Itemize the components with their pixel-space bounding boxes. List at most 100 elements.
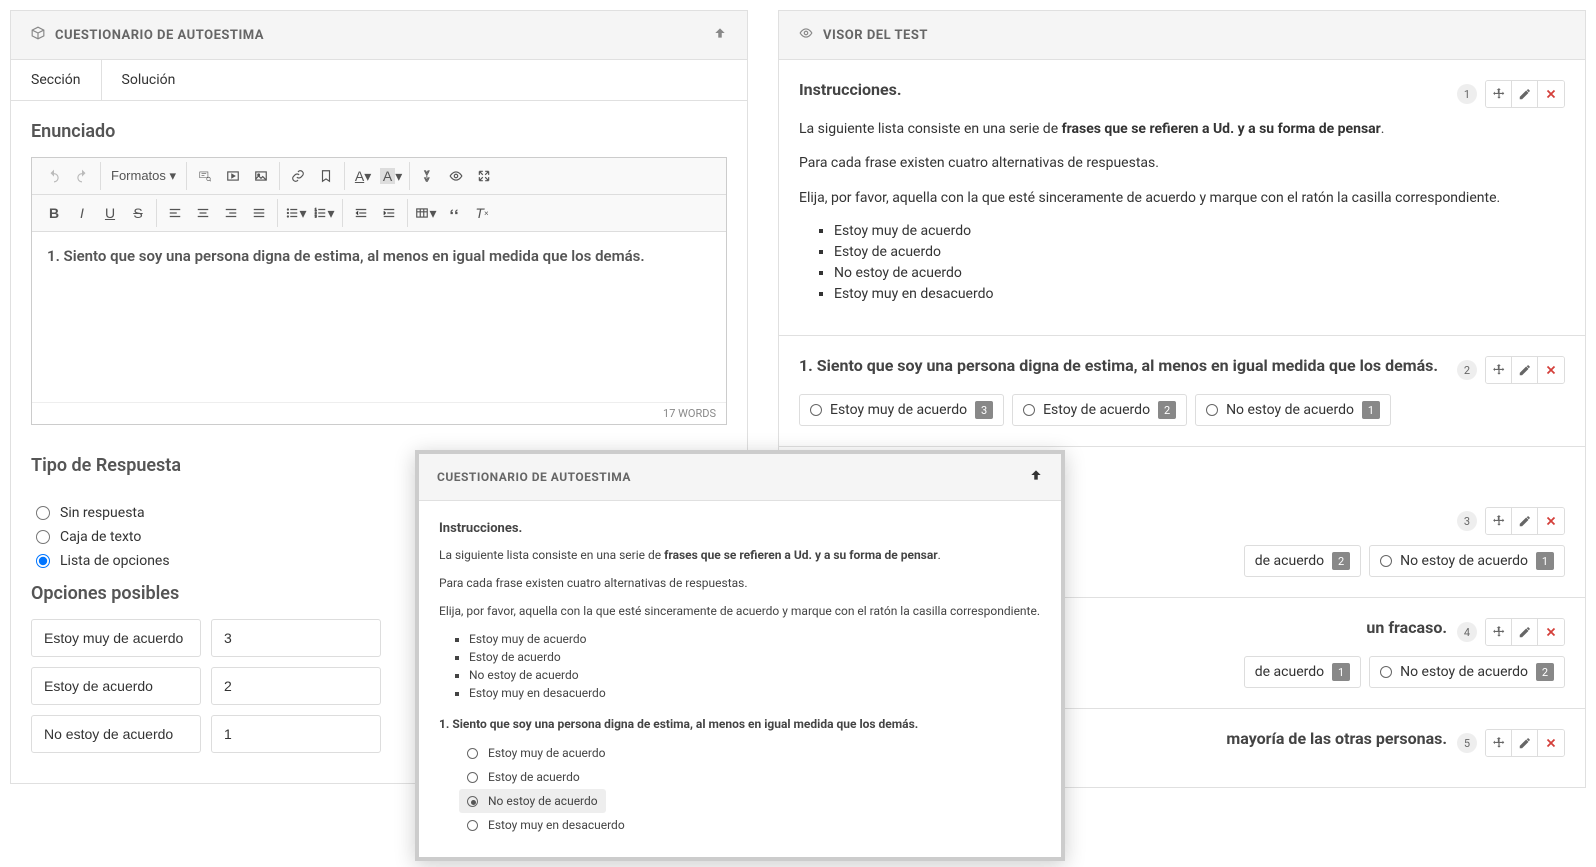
modal-body: Instrucciones. La siguiente lista consis… xyxy=(419,501,1061,857)
option-value-input[interactable] xyxy=(211,667,381,705)
move-icon[interactable] xyxy=(1486,619,1512,645)
bullet-list-icon[interactable]: ▾ xyxy=(282,199,310,227)
edit-icon[interactable] xyxy=(1512,357,1538,383)
score-badge: 2 xyxy=(1158,401,1176,419)
outdent-icon[interactable] xyxy=(347,199,375,227)
modal-answer-option[interactable]: Estoy muy en desacuerdo xyxy=(459,813,1041,837)
radio-option-list[interactable] xyxy=(36,554,50,568)
score-badge: 1 xyxy=(1332,663,1350,681)
list-item: Estoy muy en desacuerdo xyxy=(469,684,1041,702)
italic-icon[interactable]: I xyxy=(68,199,96,227)
tab-section[interactable]: Sección xyxy=(11,60,102,100)
question-block: 1. Siento que soy una persona digna de e… xyxy=(779,336,1585,447)
link-icon[interactable] xyxy=(284,162,312,190)
word-count: 17 WORDS xyxy=(32,402,726,424)
align-right-icon[interactable] xyxy=(217,199,245,227)
score-badge: 3 xyxy=(975,401,993,419)
strike-icon[interactable]: S xyxy=(124,199,152,227)
visor-title: VISOR DEL TEST xyxy=(823,28,928,43)
question-number-badge: 4 xyxy=(1457,622,1477,642)
radio-icon xyxy=(467,772,478,783)
radio-no-response[interactable] xyxy=(36,506,50,520)
quote-icon[interactable] xyxy=(440,199,468,227)
radio-label: Sin respuesta xyxy=(60,505,145,521)
list-item: No estoy de acuerdo xyxy=(834,263,1565,284)
edit-icon[interactable] xyxy=(1512,619,1538,645)
text-color-icon[interactable]: A ▾ xyxy=(349,162,377,190)
delete-icon[interactable] xyxy=(1538,508,1564,534)
modal-text: La siguiente lista consiste en una serie… xyxy=(439,546,1041,564)
editor-toolbar-row2: B I U S ▾ 123 ▾ xyxy=(32,195,726,232)
collapse-icon[interactable] xyxy=(713,26,727,44)
modal-answers: Estoy muy de acuerdo Estoy de acuerdo No… xyxy=(439,741,1041,837)
question-number-badge: 3 xyxy=(1457,511,1477,531)
search-replace-icon[interactable] xyxy=(191,162,219,190)
option-text-input[interactable] xyxy=(31,667,201,705)
option-value-input[interactable] xyxy=(211,715,381,753)
answer-chip[interactable]: Estoy de acuerdo2 xyxy=(1012,394,1187,426)
modal-answer-option[interactable]: Estoy de acuerdo xyxy=(459,765,1041,789)
answer-chip[interactable]: No estoy de acuerdo2 xyxy=(1369,656,1565,688)
answer-chip[interactable]: de acuerdo1 xyxy=(1244,656,1361,688)
collapse-icon[interactable] xyxy=(1029,468,1043,486)
image-icon[interactable] xyxy=(247,162,275,190)
align-center-icon[interactable] xyxy=(189,199,217,227)
cube-icon xyxy=(31,26,45,44)
answer-chip[interactable]: de acuerdo2 xyxy=(1244,545,1361,577)
score-badge: 2 xyxy=(1536,663,1554,681)
option-text-input[interactable] xyxy=(31,715,201,753)
question-text: La siguiente lista consiste en una serie… xyxy=(799,118,1565,140)
question-title: Instrucciones. xyxy=(799,80,1447,99)
modal-bullet-list: Estoy muy de acuerdo Estoy de acuerdo No… xyxy=(439,630,1041,702)
delete-icon[interactable] xyxy=(1538,619,1564,645)
align-left-icon[interactable] xyxy=(161,199,189,227)
bold-icon[interactable]: B xyxy=(40,199,68,227)
redo-icon[interactable] xyxy=(68,162,96,190)
answer-chip[interactable]: Estoy muy de acuerdo3 xyxy=(799,394,1004,426)
editor-content-area[interactable]: 1. Siento que soy una persona digna de e… xyxy=(32,232,726,402)
fullscreen-icon[interactable] xyxy=(470,162,498,190)
move-icon[interactable] xyxy=(1486,357,1512,383)
question-number-badge: 5 xyxy=(1457,733,1477,753)
modal-question-title: 1. Siento que soy una persona digna de e… xyxy=(439,717,1041,731)
move-icon[interactable] xyxy=(1486,508,1512,534)
instructions-title: Instrucciones. xyxy=(439,521,1041,536)
rich-text-editor: Formatos ▾ A ▾ A ▾ xyxy=(31,157,727,425)
radio-textbox[interactable] xyxy=(36,530,50,544)
find-icon[interactable] xyxy=(414,162,442,190)
number-list-icon[interactable]: 123 ▾ xyxy=(310,199,338,227)
answer-chip[interactable]: No estoy de acuerdo1 xyxy=(1195,394,1391,426)
tab-solution[interactable]: Solución xyxy=(102,60,196,100)
clear-format-icon[interactable]: T× xyxy=(468,199,496,227)
option-text-input[interactable] xyxy=(31,619,201,657)
delete-icon[interactable] xyxy=(1538,357,1564,383)
media-icon[interactable] xyxy=(219,162,247,190)
formats-dropdown[interactable]: Formatos ▾ xyxy=(105,162,182,190)
preview-icon[interactable] xyxy=(442,162,470,190)
modal-answer-option[interactable]: Estoy muy de acuerdo xyxy=(459,741,1041,765)
align-justify-icon[interactable] xyxy=(245,199,273,227)
delete-icon[interactable] xyxy=(1538,730,1564,756)
option-value-input[interactable] xyxy=(211,619,381,657)
edit-icon[interactable] xyxy=(1512,730,1538,756)
radio-icon xyxy=(467,796,478,807)
question-number-badge: 2 xyxy=(1457,360,1477,380)
underline-icon[interactable]: U xyxy=(96,199,124,227)
undo-icon[interactable] xyxy=(40,162,68,190)
edit-icon[interactable] xyxy=(1512,508,1538,534)
bookmark-icon[interactable] xyxy=(312,162,340,190)
delete-icon[interactable] xyxy=(1538,81,1564,107)
bg-color-icon[interactable]: A ▾ xyxy=(377,162,405,190)
answer-chip[interactable]: No estoy de acuerdo1 xyxy=(1369,545,1565,577)
modal-header: CUESTIONARIO DE AUTOESTIMA xyxy=(419,454,1061,501)
move-icon[interactable] xyxy=(1486,81,1512,107)
modal-answer-option[interactable]: No estoy de acuerdo xyxy=(459,789,606,813)
svg-text:3: 3 xyxy=(315,215,317,219)
edit-icon[interactable] xyxy=(1512,81,1538,107)
indent-icon[interactable] xyxy=(375,199,403,227)
table-icon[interactable]: ▾ xyxy=(412,199,440,227)
question-text: Para cada frase existen cuatro alternati… xyxy=(799,152,1565,174)
move-icon[interactable] xyxy=(1486,730,1512,756)
panel-header: CUESTIONARIO DE AUTOESTIMA xyxy=(11,11,747,60)
radio-icon xyxy=(1380,555,1392,567)
